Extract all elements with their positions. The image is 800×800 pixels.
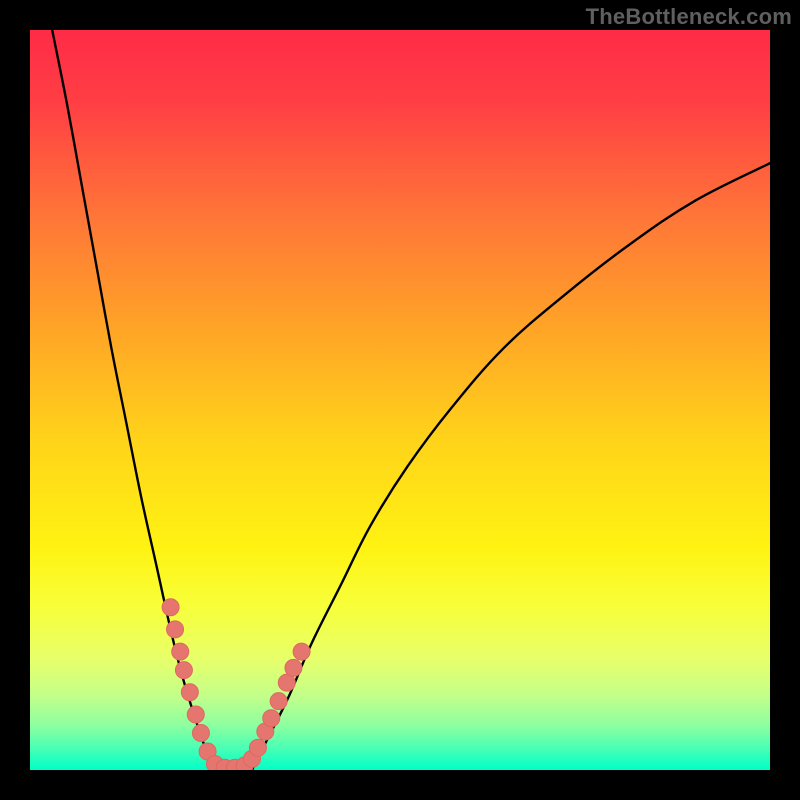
marker-dot bbox=[192, 725, 209, 742]
marker-dot bbox=[175, 662, 192, 679]
marker-dot bbox=[285, 659, 302, 676]
marker-dot bbox=[181, 684, 198, 701]
marker-dot bbox=[249, 739, 266, 756]
marker-dot bbox=[167, 621, 184, 638]
marker-dot bbox=[162, 599, 179, 616]
marker-dot bbox=[270, 693, 287, 710]
watermark-text: TheBottleneck.com bbox=[586, 4, 792, 30]
marker-dot bbox=[263, 710, 280, 727]
outer-frame: TheBottleneck.com bbox=[0, 0, 800, 800]
marker-dot bbox=[172, 643, 189, 660]
marker-dot bbox=[187, 706, 204, 723]
chart-svg bbox=[30, 30, 770, 770]
bottleneck-curve bbox=[52, 30, 770, 770]
plot-area bbox=[30, 30, 770, 770]
marker-dot bbox=[293, 643, 310, 660]
